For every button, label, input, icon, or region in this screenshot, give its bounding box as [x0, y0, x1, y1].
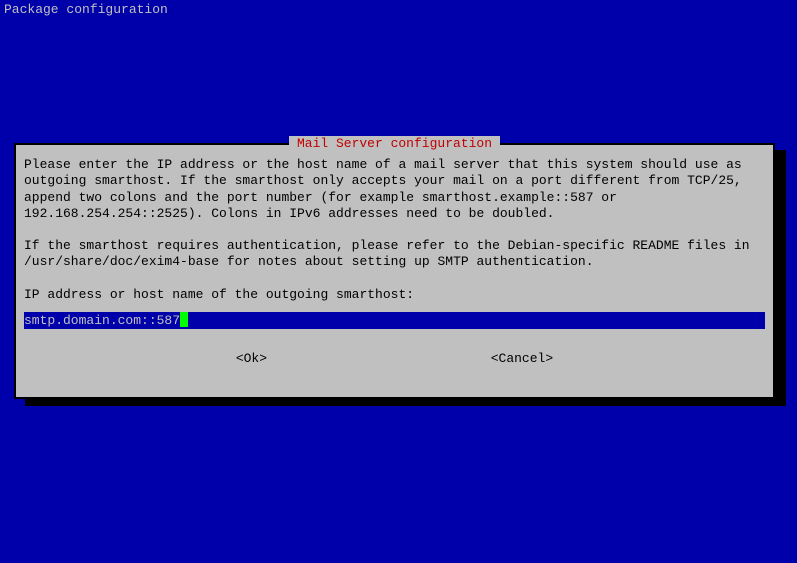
ok-button[interactable]: <Ok>	[236, 351, 267, 366]
dialog-body-paragraph-2: If the smarthost requires authentication…	[24, 238, 765, 271]
cancel-button[interactable]: <Cancel>	[491, 351, 553, 366]
smarthost-input[interactable]: smtp.domain.com::587	[24, 312, 765, 329]
dialog-title-wrap: Mail Server configuration	[16, 136, 773, 151]
dialog-buttons: <Ok> <Cancel>	[24, 351, 765, 366]
header-title: Package configuration	[4, 2, 168, 17]
text-cursor	[180, 312, 188, 327]
dialog-title: Mail Server configuration	[289, 136, 500, 151]
smarthost-prompt-label: IP address or host name of the outgoing …	[24, 287, 765, 302]
mail-server-config-dialog: Mail Server configuration Please enter t…	[14, 143, 775, 399]
page-header: Package configuration	[0, 0, 797, 19]
dialog-body-paragraph-1: Please enter the IP address or the host …	[24, 157, 765, 222]
smarthost-input-value: smtp.domain.com::587	[24, 313, 180, 328]
